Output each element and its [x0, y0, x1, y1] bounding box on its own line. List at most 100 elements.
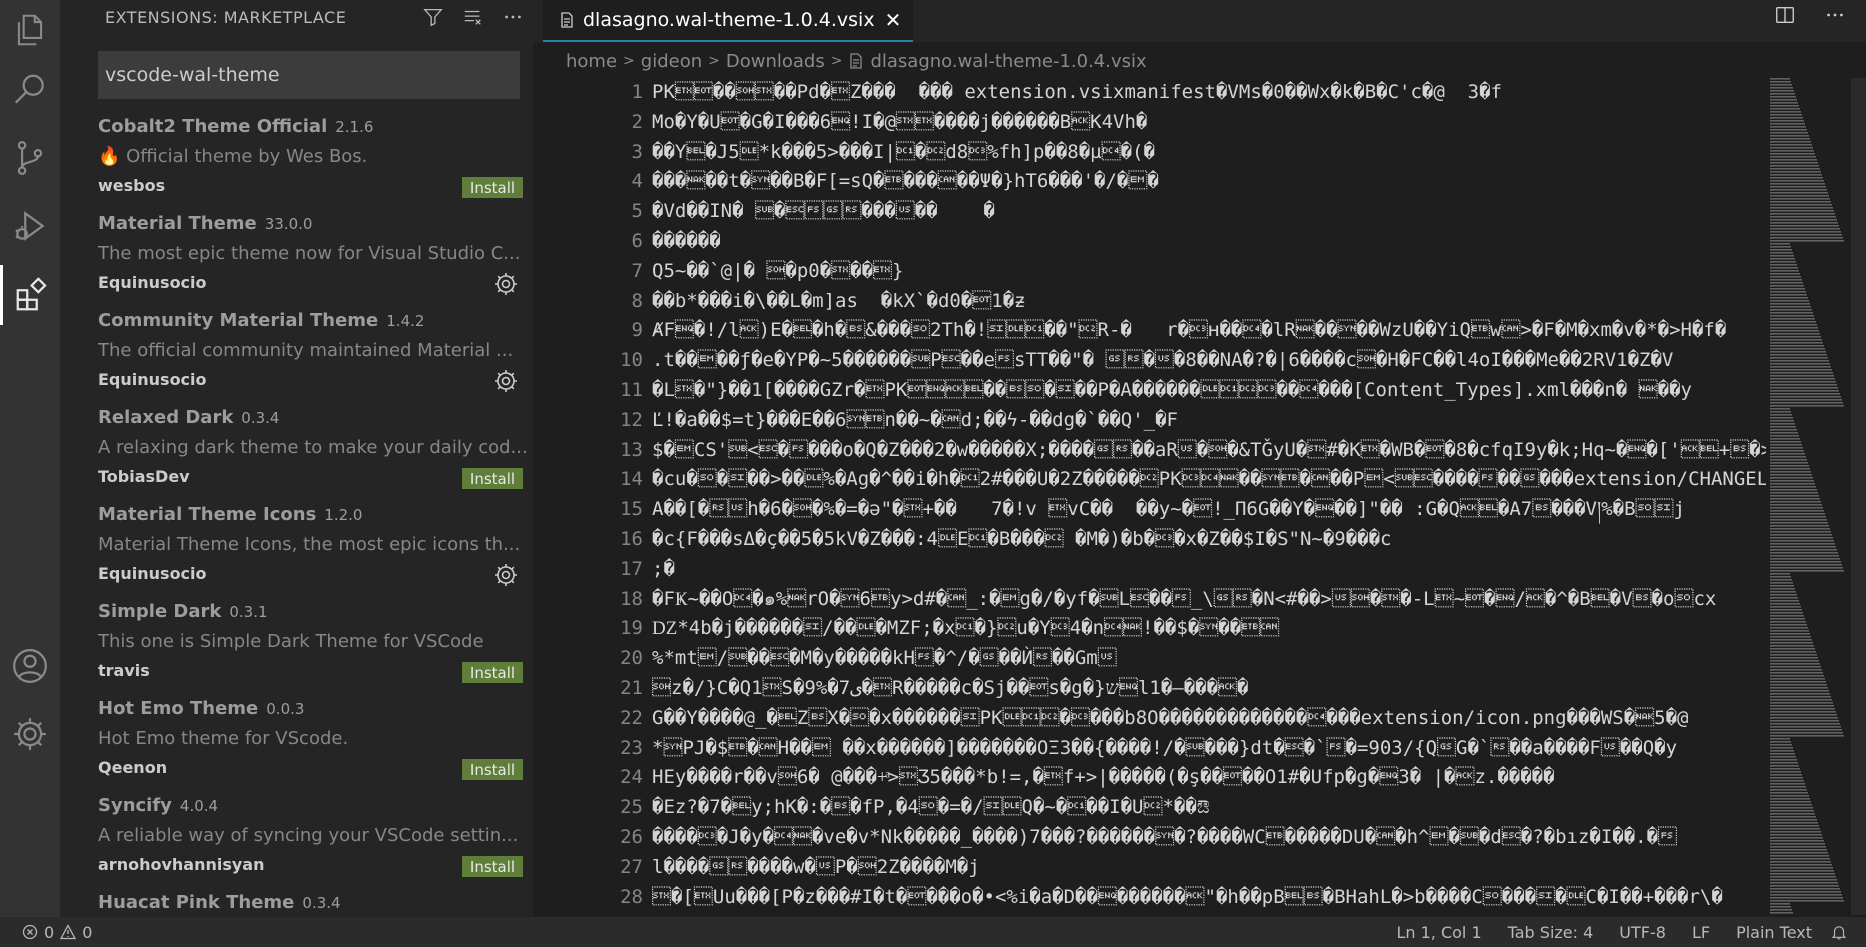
install-button[interactable]: Install — [462, 856, 523, 877]
line-text: HEy����r��v6� @���+ͣ>Ʒ5���*b!=,�f+>|�… — [652, 766, 1555, 789]
clear-all-icon — [464, 10, 481, 25]
line-number: 20 — [620, 647, 643, 670]
more-actions-button[interactable] — [493, 6, 533, 28]
code-line[interactable]: 5 �Vd��IN� � ��� �� � — [533, 197, 1766, 227]
code-line[interactable]: 18 �FҜ~��O�๑%rO�6y>d#�_:�g�/�yf�L… — [533, 585, 1766, 615]
clear-results-button[interactable] — [453, 6, 493, 28]
list-item[interactable]: Huacat Pink Theme 0.3.4 — [60, 888, 533, 917]
code-line[interactable]: 20 %*mt/���M�y�����kH �^/� ��Ѝ ��Gm — [533, 644, 1766, 674]
code-line[interactable]: 26 �����J�y��ve�v*Nk�����_����)7���?��… — [533, 823, 1766, 853]
code-line[interactable]: 16 �c{F���sΔ�ç��5�5kV�Z���:4E�B��� �M�… — [533, 525, 1766, 555]
list-item[interactable]: Material Theme 33.0.0 The most epic theme… — [60, 209, 533, 306]
code-line[interactable]: 3 ��Y�J5*k���5>���I|�d8%fh]p��8�µ�(… — [533, 138, 1766, 168]
vertical-scrollbar[interactable] — [1851, 78, 1866, 915]
tab-bar: dlasagno.wal-theme-1.0.4.vsix ✕ — [533, 0, 1866, 42]
breadcrumb-item[interactable]: gideon — [641, 51, 702, 72]
code-line[interactable]: 8 ��b*���i�\��L�m]as �kX`�d0�1�ƶ — [533, 287, 1766, 317]
code-line[interactable]: 13 $�CS'<� ���o�Q�Z���2�w�����X;���� �… — [533, 436, 1766, 466]
tab-vsix-file[interactable]: dlasagno.wal-theme-1.0.4.vsix ✕ — [543, 0, 913, 42]
code-line[interactable]: 10 .t����ƒ�e�YP�~5������P��e sTT��"� �… — [533, 346, 1766, 376]
list-item[interactable]: Relaxed Dark 0.3.4 A relaxing dark theme … — [60, 403, 533, 500]
extensions-button[interactable] — [0, 265, 60, 325]
extension-version: 0.0.3 — [266, 700, 305, 718]
install-button[interactable]: Install — [462, 759, 523, 780]
code-line[interactable]: 19 Ǳ*4b�j������/���MZF;�x�}u�Y4�n!… — [533, 614, 1766, 644]
error-icon — [22, 924, 38, 940]
line-number: 25 — [620, 796, 643, 819]
accounts-button[interactable] — [0, 636, 60, 696]
code-view[interactable]: 1 PK����Pd�Z��� ��� extension.vsixma… — [533, 78, 1766, 915]
tab-label: dlasagno.wal-theme-1.0.4.vsix — [583, 9, 875, 31]
code-line[interactable]: 28 �[Uu���[P�z���#I�t����o�•<%i�a�D��… — [533, 883, 1766, 913]
line-text: �����J�y��ve�v*Nk�����_����)7���?����… — [652, 825, 1678, 848]
run-debug-button[interactable] — [0, 196, 60, 256]
code-line[interactable]: 4 �����t���B�F[=sQ������Ψ�}hT6���'�/�… — [533, 167, 1766, 197]
list-item[interactable]: Cobalt2 Theme Official 2.1.6 🔥 Official t… — [60, 112, 533, 209]
code-line[interactable]: 7 Q5~��`@|� �p0���} — [533, 257, 1766, 287]
list-item[interactable]: Hot Emo Theme 0.0.3 Hot Emo theme for VSc… — [60, 694, 533, 791]
line-number: 2 — [631, 110, 643, 133]
breadcrumb-item[interactable]: home — [566, 51, 617, 72]
line-number: 27 — [620, 855, 643, 878]
line-text: Ǳ*4b�j������/���MZF;�x�}u�Y4�n!��… — [652, 617, 1280, 640]
cursor-position[interactable]: Ln 1, Col 1 — [1396, 923, 1481, 942]
list-item[interactable]: Community Material Theme 1.4.2 The offici… — [60, 306, 533, 403]
tab-size[interactable]: Tab Size: 4 — [1508, 923, 1594, 942]
encoding[interactable]: UTF-8 — [1619, 923, 1666, 942]
code-line[interactable]: 2 Mo�Y�U�G�I���6!I�@����j������BK4Vh… — [533, 108, 1766, 138]
code-line[interactable]: 6 ������ — [533, 227, 1766, 257]
code-line[interactable]: 14 �cu����>��%�Ag�^��i�h�2#���U�2Z���… — [533, 465, 1766, 495]
list-item[interactable]: Material Theme Icons 1.2.0 Material Theme… — [60, 500, 533, 597]
install-button[interactable]: Install — [462, 468, 523, 489]
code-line[interactable]: 22 G��Y����@_�ZX��x������PK����b8… — [533, 704, 1766, 734]
extension-name: Relaxed Dark 0.3.4 — [98, 407, 279, 428]
extension-name: Syncify 4.0.4 — [98, 795, 218, 816]
code-line[interactable]: 23 *PJ�$�H�� ��x������]�������OΞ3��{�… — [533, 734, 1766, 764]
code-line[interactable]: 9 ȺF�!/l)E��h�&���2Th�!��"R-� r�… — [533, 316, 1766, 346]
extension-search-input[interactable] — [98, 51, 520, 99]
search-button[interactable] — [0, 60, 60, 120]
code-line[interactable]: 24 HEy����r��v6� @���+ͣ>Ʒ5���*b!=,�f+>… — [533, 763, 1766, 793]
code-line[interactable]: 15 A��[� h�6��%�=�ə"�+�� 7�!v vC�� ��y… — [533, 495, 1766, 525]
extension-title: Community Material Theme — [98, 310, 379, 331]
breadcrumb-item[interactable]: Downloads — [726, 51, 825, 72]
sidebar-title: EXTENSIONS: MARKETPLACE — [105, 7, 347, 27]
line-text: z�/}C�Q1S�9%�7ی�R�����c�Sj��s�g�}שl… — [652, 676, 1249, 699]
minimap[interactable] — [1768, 78, 1848, 915]
code-line[interactable]: 1 PK����Pd�Z��� ��� extension.vsixma… — [533, 78, 1766, 108]
split-editor-icon[interactable] — [1774, 4, 1796, 26]
manage-button[interactable] — [0, 704, 60, 764]
activity-bar — [0, 0, 60, 917]
manage-gear-icon[interactable] — [494, 563, 518, 587]
list-item[interactable]: Simple Dark 0.3.1 This one is Simple Dark… — [60, 597, 533, 694]
manage-gear-icon[interactable] — [494, 369, 518, 393]
line-text: �cu����>��%�Ag�^��i�h�2#���U�2Z�����… — [652, 468, 1766, 491]
line-text: *PJ�$�H�� ��x������]�������OΞ3��{���… — [652, 736, 1678, 759]
breadcrumb: home > gideon > Downloads > dlasagno.wal… — [566, 47, 1147, 75]
filter-button[interactable] — [413, 6, 453, 28]
manage-gear-icon[interactable] — [494, 272, 518, 296]
install-button[interactable]: Install — [462, 177, 523, 198]
list-item[interactable]: Syncify 4.0.4 A reliable way of syncing y… — [60, 791, 533, 888]
close-icon[interactable]: ✕ — [885, 8, 902, 32]
end-of-line[interactable]: LF — [1692, 923, 1710, 942]
language-mode[interactable]: Plain Text — [1736, 923, 1812, 942]
code-line[interactable]: 21 z�/}C�Q1S�9%�7ی�R�����c�Sj��s�g�}ש… — [533, 674, 1766, 704]
source-control-button[interactable] — [0, 128, 60, 188]
line-text: l���� ����w� P�2Z����M�j — [652, 855, 980, 878]
code-line[interactable]: 17 ;� — [533, 555, 1766, 585]
chevron-right-icon: > — [708, 53, 720, 69]
problems-indicator[interactable]: 0 0 — [22, 923, 92, 942]
code-line[interactable]: 12 Ľ!�a��$=t}���E��6n��~�d;��ϟ-��dg�`�… — [533, 406, 1766, 436]
bell-icon[interactable] — [1830, 923, 1848, 941]
breadcrumb-item[interactable]: dlasagno.wal-theme-1.0.4.vsix — [870, 51, 1146, 72]
extension-version: 1.4.2 — [386, 312, 425, 330]
explorer-button[interactable] — [0, 0, 60, 60]
code-line[interactable]: 27 l���� ����w� P�2Z����M�j — [533, 853, 1766, 883]
ellipsis-icon[interactable] — [1824, 4, 1846, 26]
line-number: 6 — [631, 229, 643, 252]
code-line[interactable]: 25 �Ez?�7�y;hK�:��fP,�4�=�/Q�~���I�… — [533, 793, 1766, 823]
line-number: 26 — [620, 825, 643, 848]
code-line[interactable]: 11 �L�"}��1[����GZr�PK�����P�A��… — [533, 376, 1766, 406]
install-button[interactable]: Install — [462, 662, 523, 683]
